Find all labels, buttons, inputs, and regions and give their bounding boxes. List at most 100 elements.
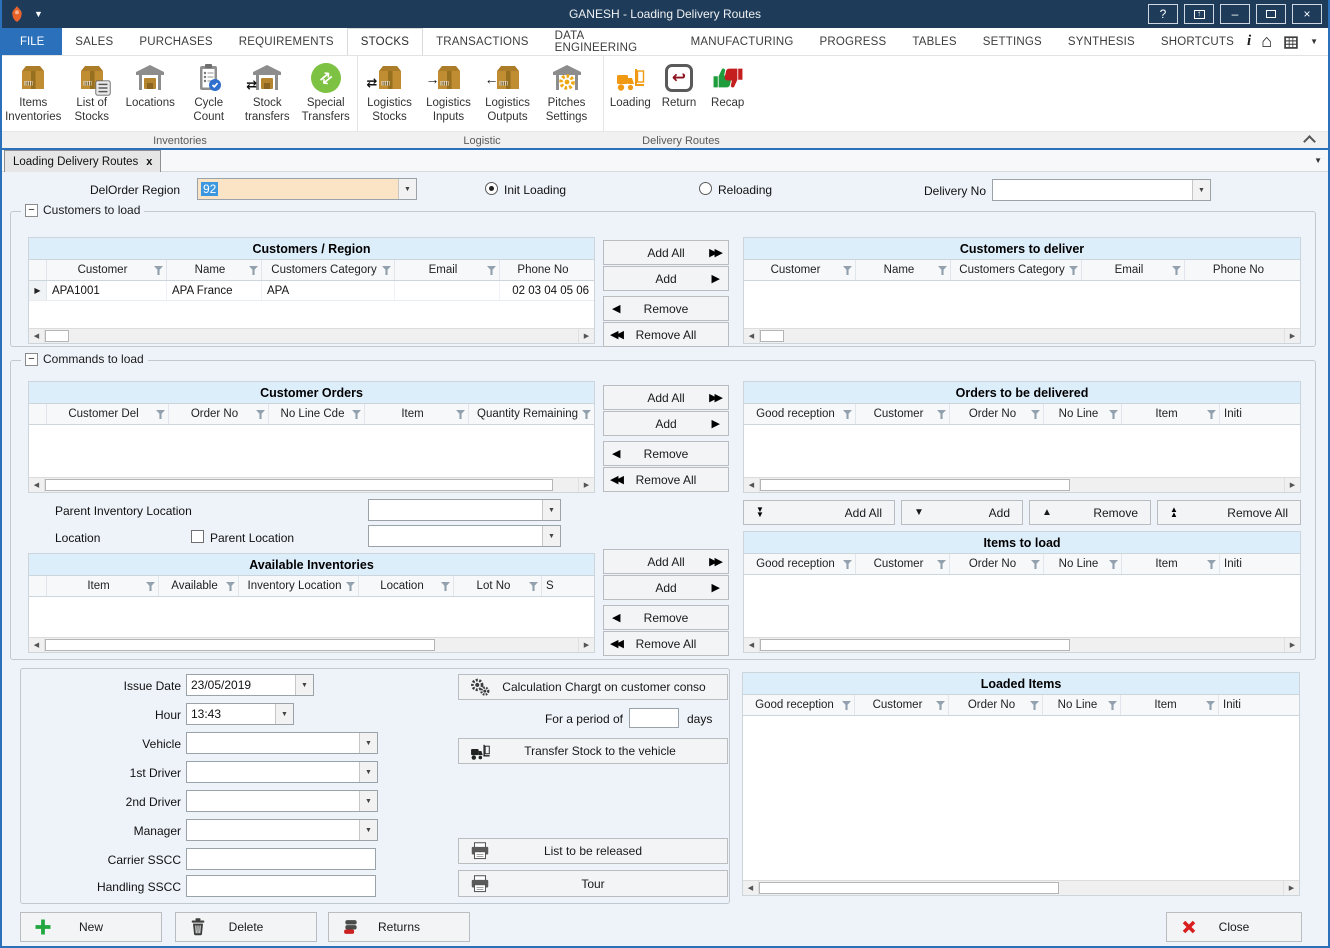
customers-remove-all-button[interactable]: ◀◀Remove All bbox=[603, 322, 729, 347]
filter-icon[interactable] bbox=[937, 560, 946, 569]
handling-sscc-input[interactable] bbox=[186, 875, 376, 897]
menu-requirements[interactable]: REQUIREMENTS bbox=[226, 28, 347, 55]
filter-icon[interactable] bbox=[529, 582, 538, 591]
menu-file[interactable]: FILE bbox=[2, 28, 62, 55]
menu-synthesis[interactable]: SYNTHESIS bbox=[1055, 28, 1148, 55]
scroll-right-icon[interactable]: ▶ bbox=[1284, 478, 1300, 492]
filter-icon[interactable] bbox=[1069, 266, 1078, 275]
hour-combo[interactable]: 13:43 ▼ bbox=[186, 703, 294, 725]
logistics-outputs-button[interactable]: ← Logistics Outputs bbox=[478, 58, 537, 125]
col-phone-no[interactable]: Phone No bbox=[500, 260, 594, 280]
pitches-settings-button[interactable]: Pitches Settings bbox=[537, 58, 596, 125]
col-lot-no[interactable]: Lot No bbox=[454, 576, 542, 596]
close-button[interactable]: Close bbox=[1166, 912, 1302, 942]
col-no-line-cde[interactable]: No Line Cde bbox=[269, 404, 365, 424]
col-location[interactable]: Location bbox=[359, 576, 454, 596]
parent-inventory-location-combo[interactable]: ▼ bbox=[368, 499, 561, 521]
items-add-all-button[interactable]: ▼▼Add All bbox=[743, 500, 895, 525]
parent-location-checkbox[interactable] bbox=[191, 530, 204, 543]
filter-icon[interactable] bbox=[256, 410, 265, 419]
col-customer[interactable]: Customer bbox=[47, 260, 167, 280]
menu-purchases[interactable]: PURCHASES bbox=[126, 28, 225, 55]
items-inventories-button[interactable]: Items Inventories bbox=[4, 58, 63, 125]
inventories-remove-button[interactable]: ◀Remove bbox=[603, 605, 729, 630]
combo-arrow-icon[interactable]: ▼ bbox=[359, 791, 377, 811]
scroll-right-icon[interactable]: ▶ bbox=[578, 478, 594, 492]
col-customer[interactable]: Customer bbox=[856, 554, 950, 574]
combo-arrow-icon[interactable]: ▼ bbox=[1192, 180, 1210, 200]
delorder-region-combo[interactable]: 92 ▼ bbox=[197, 178, 417, 200]
combo-arrow-icon[interactable]: ▼ bbox=[542, 526, 560, 546]
filter-icon[interactable] bbox=[1207, 410, 1216, 419]
col-email[interactable]: Email bbox=[395, 260, 500, 280]
calculation-chargt-button[interactable]: Calculation Chargt on customer conso bbox=[458, 674, 728, 700]
transfer-stock-vehicle-button[interactable]: Transfer Stock to the vehicle bbox=[458, 738, 728, 764]
help-button[interactable]: ? bbox=[1148, 4, 1178, 24]
location-combo[interactable]: ▼ bbox=[368, 525, 561, 547]
inventories-add-button[interactable]: Add▶ bbox=[603, 575, 729, 600]
horizontal-scrollbar[interactable]: ◀ ▶ bbox=[744, 328, 1300, 343]
col-customer[interactable]: Customer bbox=[855, 695, 949, 715]
filter-icon[interactable] bbox=[1172, 266, 1181, 275]
filter-icon[interactable] bbox=[1109, 410, 1118, 419]
second-driver-combo[interactable]: ▼ bbox=[186, 790, 378, 812]
cycle-count-button[interactable]: Cycle Count bbox=[180, 58, 239, 125]
menu-settings[interactable]: SETTINGS bbox=[970, 28, 1055, 55]
inventories-remove-all-button[interactable]: ◀◀Remove All bbox=[603, 631, 729, 656]
col-phone-no[interactable]: Phone No bbox=[1185, 260, 1300, 280]
logistics-inputs-button[interactable]: → Logistics Inputs bbox=[419, 58, 478, 125]
col-order-no[interactable]: Order No bbox=[949, 695, 1043, 715]
col-item[interactable]: Item bbox=[1121, 695, 1219, 715]
filter-icon[interactable] bbox=[441, 582, 450, 591]
col-no-line[interactable]: No Line bbox=[1044, 404, 1122, 424]
list-to-be-released-button[interactable]: List to be released bbox=[458, 838, 728, 864]
combo-arrow-icon[interactable]: ▼ bbox=[359, 733, 377, 753]
scrollbar-thumb[interactable] bbox=[760, 639, 1070, 651]
inventories-add-all-button[interactable]: Add All▶▶ bbox=[603, 549, 729, 574]
col-customer-del[interactable]: Customer Del bbox=[47, 404, 169, 424]
scrollbar-thumb[interactable] bbox=[45, 330, 69, 342]
horizontal-scrollbar[interactable]: ◀ ▶ bbox=[744, 477, 1300, 492]
combo-arrow-icon[interactable]: ▼ bbox=[542, 500, 560, 520]
scroll-left-icon[interactable]: ◀ bbox=[29, 638, 45, 652]
customers-add-all-button[interactable]: Add All▶▶ bbox=[603, 240, 729, 265]
col-email[interactable]: Email bbox=[1082, 260, 1185, 280]
col-item[interactable]: Item bbox=[365, 404, 469, 424]
filter-icon[interactable] bbox=[154, 266, 163, 275]
horizontal-scrollbar[interactable]: ◀ ▶ bbox=[744, 637, 1300, 652]
col-quantity-remaining[interactable]: Quantity Remaining bbox=[469, 404, 594, 424]
special-transfers-button[interactable]: ⇄ Special Transfers bbox=[297, 58, 356, 125]
tour-button[interactable]: Tour bbox=[458, 870, 728, 897]
locations-button[interactable]: Locations bbox=[121, 58, 180, 111]
menu-shortcuts[interactable]: SHORTCUTS bbox=[1148, 28, 1247, 55]
scroll-left-icon[interactable]: ◀ bbox=[29, 329, 45, 343]
scrollbar-thumb[interactable] bbox=[45, 479, 553, 491]
return-button[interactable]: ↩ Return bbox=[655, 58, 704, 111]
menu-data-engineering[interactable]: DATA ENGINEERING bbox=[542, 28, 678, 55]
orders-add-all-button[interactable]: Add All▶▶ bbox=[603, 385, 729, 410]
col-serial[interactable]: S bbox=[542, 576, 594, 596]
col-good-reception[interactable]: Good reception bbox=[743, 695, 855, 715]
col-initial[interactable]: Initi bbox=[1219, 695, 1299, 715]
horizontal-scrollbar[interactable]: ◀ ▶ bbox=[29, 637, 594, 652]
filter-icon[interactable] bbox=[1206, 701, 1215, 710]
col-initial[interactable]: Initi bbox=[1220, 404, 1300, 424]
period-days-input[interactable] bbox=[629, 708, 679, 728]
first-driver-combo[interactable]: ▼ bbox=[186, 761, 378, 783]
col-item[interactable]: Item bbox=[47, 576, 159, 596]
col-item[interactable]: Item bbox=[1122, 554, 1220, 574]
scrollbar-thumb[interactable] bbox=[760, 330, 784, 342]
items-add-button[interactable]: ▼Add bbox=[901, 500, 1023, 525]
scrollbar-thumb[interactable] bbox=[45, 639, 435, 651]
filter-icon[interactable] bbox=[843, 560, 852, 569]
col-order-no[interactable]: Order No bbox=[950, 404, 1044, 424]
scroll-left-icon[interactable]: ◀ bbox=[744, 478, 760, 492]
menu-sales[interactable]: SALES bbox=[62, 28, 126, 55]
scroll-right-icon[interactable]: ▶ bbox=[1283, 881, 1299, 895]
reloading-radio[interactable] bbox=[699, 182, 712, 195]
menu-manufacturing[interactable]: MANUFACTURING bbox=[678, 28, 807, 55]
delete-button[interactable]: Delete bbox=[175, 912, 317, 942]
delivery-no-combo[interactable]: ▼ bbox=[992, 179, 1211, 201]
filter-icon[interactable] bbox=[582, 410, 591, 419]
col-order-no[interactable]: Order No bbox=[950, 554, 1044, 574]
